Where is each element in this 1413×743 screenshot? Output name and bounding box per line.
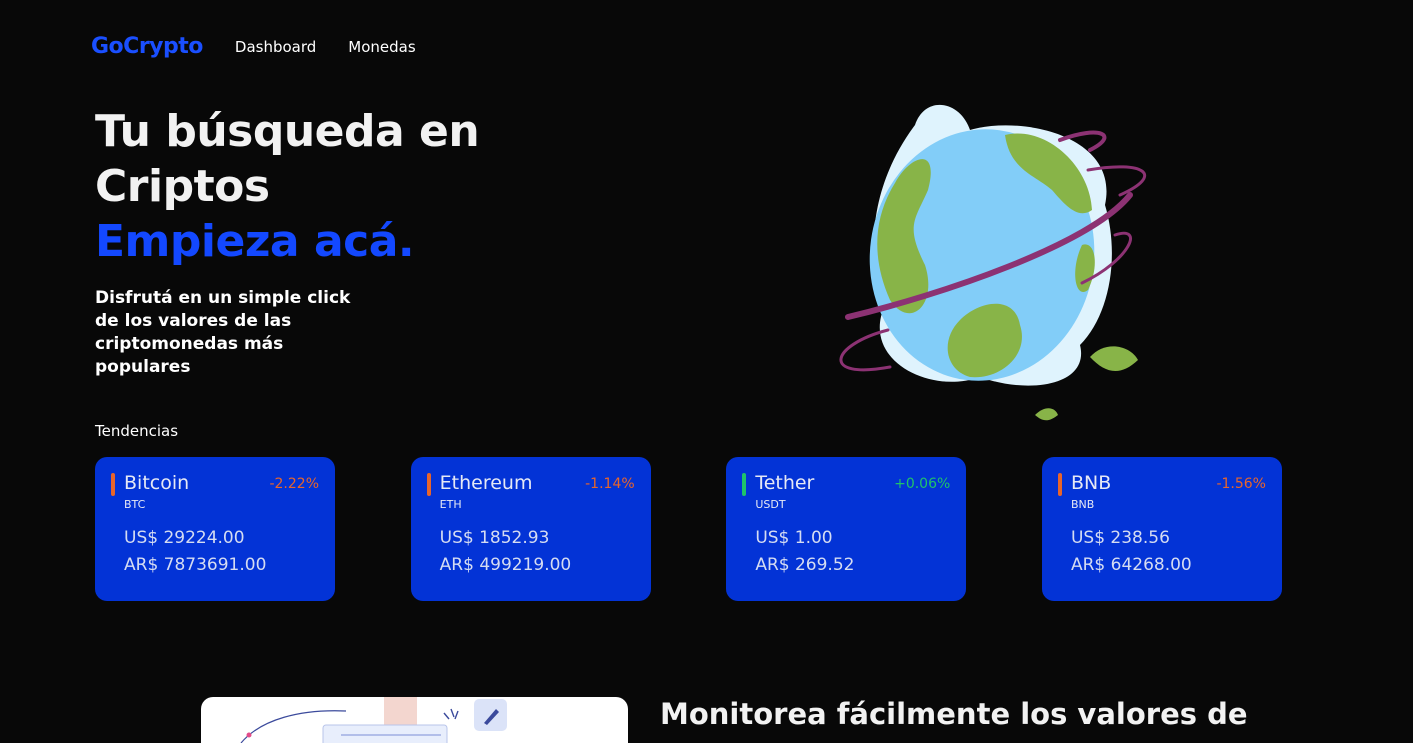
orbit-dot [246,732,252,738]
logo[interactable]: GoCrypto [91,34,203,59]
top-nav: GoCrypto Dashboard Monedas [91,34,416,59]
coin-name: BNB [1070,472,1112,494]
nav-link-monedas[interactable]: Monedas [348,38,415,56]
coin-price-ars: AR$ 64268.00 [1070,555,1192,575]
sparkle-icon [443,708,459,720]
leaf-2 [1035,408,1058,421]
coin-card-tether[interactable]: Tether USDT +0.06% US$ 1.00 AR$ 269.52 [726,457,967,601]
coin-name: Ethereum [439,472,533,494]
hero-title-line1: Tu búsqueda en [95,106,480,157]
window-mockup [322,724,448,743]
coin-price-usd: US$ 1852.93 [439,528,550,548]
coin-price-ars: AR$ 269.52 [755,555,855,575]
dot-pattern [384,697,417,729]
coin-price-ars: AR$ 499219.00 [439,555,572,575]
hero-title: Tu búsqueda en Criptos Empieza acá. [95,104,480,269]
coin-name: Bitcoin [124,472,190,494]
brush-icon-bg [474,699,507,731]
feature-illustration-panel [201,697,628,743]
coin-change: +0.06% [894,476,951,492]
coin-name: Tether [755,472,815,494]
coin-symbol: BNB [1070,498,1095,511]
coin-symbol: BTC [124,498,146,511]
hero-subtitle: Disfrutá en un simple click de los valor… [95,288,351,377]
trends-label: Tendencias [95,422,179,440]
trend-indicator-bar [426,473,431,496]
page: GoCrypto Dashboard Monedas Tu búsqueda e… [0,0,1413,743]
coin-change: -1.14% [585,476,635,492]
hero-title-accent: Empieza acá. [95,216,415,267]
trend-indicator-bar [111,473,115,496]
coin-symbol: USDT [755,498,786,511]
coin-price-usd: US$ 1.00 [755,528,833,548]
section-title: Monitorea fácilmente los valores de [660,697,1248,731]
hero-title-line2: Criptos [95,161,270,212]
coin-change: -1.56% [1216,476,1266,492]
coin-price-usd: US$ 238.56 [1070,528,1170,548]
trend-indicator-bar [1057,473,1062,496]
coin-change: -2.22% [269,476,319,492]
coin-price-usd: US$ 29224.00 [124,528,245,548]
coin-price-ars: AR$ 7873691.00 [124,555,267,575]
leaf-1 [1090,346,1138,372]
nav-link-dashboard[interactable]: Dashboard [235,38,316,56]
dashboard-illustration [240,697,507,743]
trend-indicator-bar [742,473,747,496]
coin-card-ethereum[interactable]: Ethereum ETH -1.14% US$ 1852.93 AR$ 4992… [410,457,651,601]
trend-cards: Bitcoin BTC -2.22% US$ 29224.00 AR$ 7873… [95,457,1282,601]
globe-illustration [839,104,1146,421]
coin-symbol: ETH [439,498,462,511]
coin-card-bnb[interactable]: BNB BNB -1.56% US$ 238.56 AR$ 64268.00 [1041,457,1282,601]
coin-card-bitcoin[interactable]: Bitcoin BTC -2.22% US$ 29224.00 AR$ 7873… [95,457,335,601]
